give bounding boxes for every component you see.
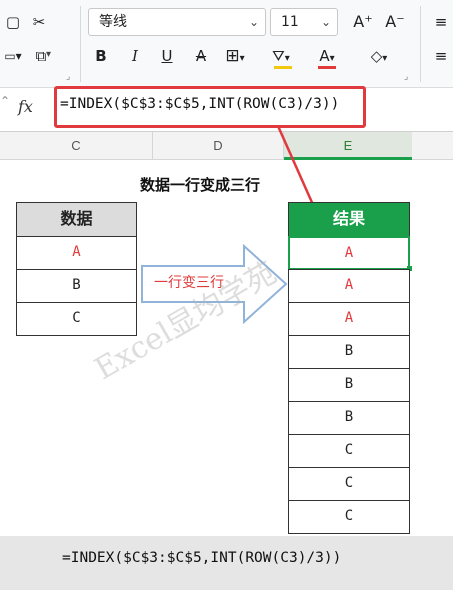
italic-icon: I (132, 47, 138, 65)
dialog-launcher-icon[interactable]: ⌟ (66, 72, 70, 82)
shrink-font-button[interactable]: A⁻ (382, 10, 408, 34)
font-name-select[interactable]: 等线 ⌄ (88, 8, 266, 36)
chevron-down-icon: ⌄ (248, 15, 259, 29)
caption-formula: =INDEX($C$3:$C$5,INT(ROW(C3)/3)) (62, 550, 342, 566)
chevron-left-icon: ⌃ (0, 94, 11, 108)
divider (420, 6, 421, 82)
shrink-font-icon: A⁻ (385, 12, 405, 31)
fill-color-swatch (274, 66, 292, 69)
source-cell[interactable]: B (16, 269, 137, 303)
fill-bucket-icon: ⛛ (272, 47, 285, 65)
grow-font-icon: A⁺ (353, 12, 373, 31)
chevron-down-icon: ▾ (284, 53, 290, 64)
column-header-c[interactable]: C (0, 132, 152, 160)
font-color-icon: A (319, 47, 330, 65)
result-cell[interactable]: A (288, 269, 410, 303)
result-cell[interactable]: B (288, 368, 410, 402)
font-size-select[interactable]: 11 ⌄ (270, 8, 338, 36)
bold-icon: B (95, 47, 107, 65)
clear-format-button[interactable]: ◇▾ (366, 44, 392, 68)
result-cell[interactable]: C (288, 467, 410, 501)
sheet-title: 数据一行变成三行 (140, 176, 261, 194)
borders-icon: ⊞ (225, 46, 240, 66)
grow-font-button[interactable]: A⁺ (350, 10, 376, 34)
column-header-row: C D E (0, 132, 453, 160)
cut-icon[interactable]: ✂ (26, 10, 52, 34)
paste-icon[interactable]: ▭▾ (0, 44, 26, 68)
function-icon[interactable]: fx (18, 97, 33, 116)
eraser-icon: ◇ (370, 47, 383, 65)
divider (80, 6, 81, 82)
result-header-cell[interactable]: 结果 (288, 202, 410, 237)
font-size-value: 11 (281, 14, 299, 30)
chevron-down-icon: ▾ (329, 53, 335, 64)
strikethrough-icon: A (195, 47, 207, 65)
font-name-value: 等线 (99, 14, 127, 30)
underline-icon: U (161, 47, 173, 65)
dialog-launcher-icon[interactable]: ⌟ (404, 72, 408, 82)
strikethrough-button[interactable]: A (188, 44, 214, 68)
fill-color-button[interactable]: ⛛▾ (268, 44, 294, 68)
chevron-down-icon[interactable]: ▾ (46, 49, 51, 60)
ribbon-toolbar: ▢ ✂ ▭▾ ⧉ ▾ ⌟ 等线 ⌄ 11 ⌄ A⁺ A⁻ B I U A ⊞▾ … (0, 0, 453, 88)
result-cell[interactable]: C (288, 434, 410, 468)
source-cell[interactable]: A (16, 236, 137, 270)
source-header-cell[interactable]: 数据 (16, 202, 137, 237)
result-cell[interactable]: B (288, 335, 410, 369)
chevron-down-icon: ▾ (382, 53, 388, 64)
bold-button[interactable]: B (88, 44, 114, 68)
font-color-swatch (318, 66, 336, 69)
align-icon[interactable]: ≡ (428, 44, 453, 68)
chevron-down-icon: ▾ (239, 53, 245, 64)
result-cell[interactable]: A (288, 302, 410, 336)
result-cell[interactable]: B (288, 401, 410, 435)
align-icon[interactable]: ≡ (428, 10, 453, 34)
font-color-button[interactable]: A▾ (314, 44, 340, 68)
underline-button[interactable]: U (154, 44, 180, 68)
copy-icon[interactable]: ▢ (0, 10, 26, 34)
result-cell-selected[interactable]: A (288, 236, 410, 270)
borders-button[interactable]: ⊞▾ (222, 44, 248, 68)
chevron-down-icon: ⌄ (320, 15, 331, 29)
italic-button[interactable]: I (122, 44, 148, 68)
column-header-d[interactable]: D (153, 132, 283, 160)
result-cell[interactable]: C (288, 500, 410, 534)
